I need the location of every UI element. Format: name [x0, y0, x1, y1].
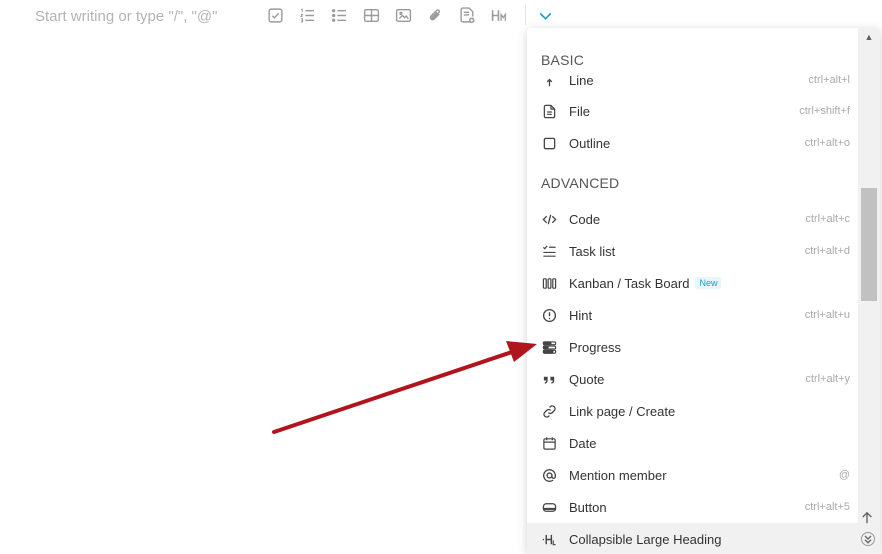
scroll-thumb[interactable]	[861, 188, 877, 301]
menu-item-date[interactable]: Date	[527, 427, 858, 459]
menu-item-outline[interactable]: Outline ctrl+alt+o	[527, 127, 858, 159]
menu-item-hint[interactable]: Hint ctrl+alt+u	[527, 299, 858, 331]
menu-item-link-page[interactable]: Link page / Create	[527, 395, 858, 427]
menu-item-quote[interactable]: Quote ctrl+alt+y	[527, 363, 858, 395]
hint-icon	[541, 307, 557, 323]
kanban-icon	[541, 275, 557, 291]
attachment-icon[interactable]	[425, 5, 445, 25]
code-icon	[541, 211, 557, 227]
menu-item-code[interactable]: Code ctrl+alt+c	[527, 203, 858, 235]
menu-item-progress[interactable]: Progress	[527, 331, 858, 363]
bullet-list-icon[interactable]	[329, 5, 349, 25]
task-list-icon	[541, 243, 557, 259]
collapsible-heading-icon	[541, 531, 557, 547]
menu-item-file[interactable]: File ctrl+shift+f	[527, 95, 858, 127]
section-header-advanced: ADVANCED	[541, 175, 620, 191]
file-icon	[541, 103, 557, 119]
template-icon[interactable]	[457, 5, 477, 25]
menu-list: BASIC Line ctrl+alt+l File ctrl+shift+f …	[527, 28, 858, 554]
calendar-icon	[541, 435, 557, 451]
line-icon	[541, 72, 557, 88]
menu-item-button[interactable]: Button ctrl+alt+5	[527, 491, 858, 523]
menu-item-kanban[interactable]: Kanban / Task Board New	[527, 267, 858, 299]
scroll-up-arrow-icon[interactable]: ▲	[858, 28, 880, 46]
image-icon[interactable]	[393, 5, 413, 25]
arrow-up-icon[interactable]	[858, 509, 876, 527]
at-icon	[541, 467, 557, 483]
table-icon[interactable]	[361, 5, 381, 25]
heading-icon[interactable]	[489, 5, 509, 25]
menu-item-line[interactable]: Line ctrl+alt+l	[527, 64, 858, 96]
menu-item-collapsible-heading[interactable]: Collapsible Large Heading	[527, 523, 858, 554]
double-chevron-down-icon[interactable]	[861, 532, 875, 546]
toolbar-separator	[525, 5, 526, 25]
button-icon	[541, 499, 557, 515]
menu-item-mention-member[interactable]: Mention member @	[527, 459, 858, 491]
numbered-list-icon[interactable]	[297, 5, 317, 25]
menu-item-task-list[interactable]: Task list ctrl+alt+d	[527, 235, 858, 267]
block-insert-menu: BASIC Line ctrl+alt+l File ctrl+shift+f …	[527, 28, 880, 554]
menu-scrollbar[interactable]: ▲	[858, 28, 880, 554]
outline-icon	[541, 135, 557, 151]
editor-placeholder[interactable]: Start writing or type "/", "@"	[35, 8, 217, 25]
checkbox-icon[interactable]	[265, 5, 285, 25]
progress-icon	[541, 339, 557, 355]
link-icon	[541, 403, 557, 419]
new-badge: New	[695, 277, 722, 289]
quote-icon	[541, 371, 557, 387]
chevron-down-icon[interactable]	[535, 5, 555, 25]
